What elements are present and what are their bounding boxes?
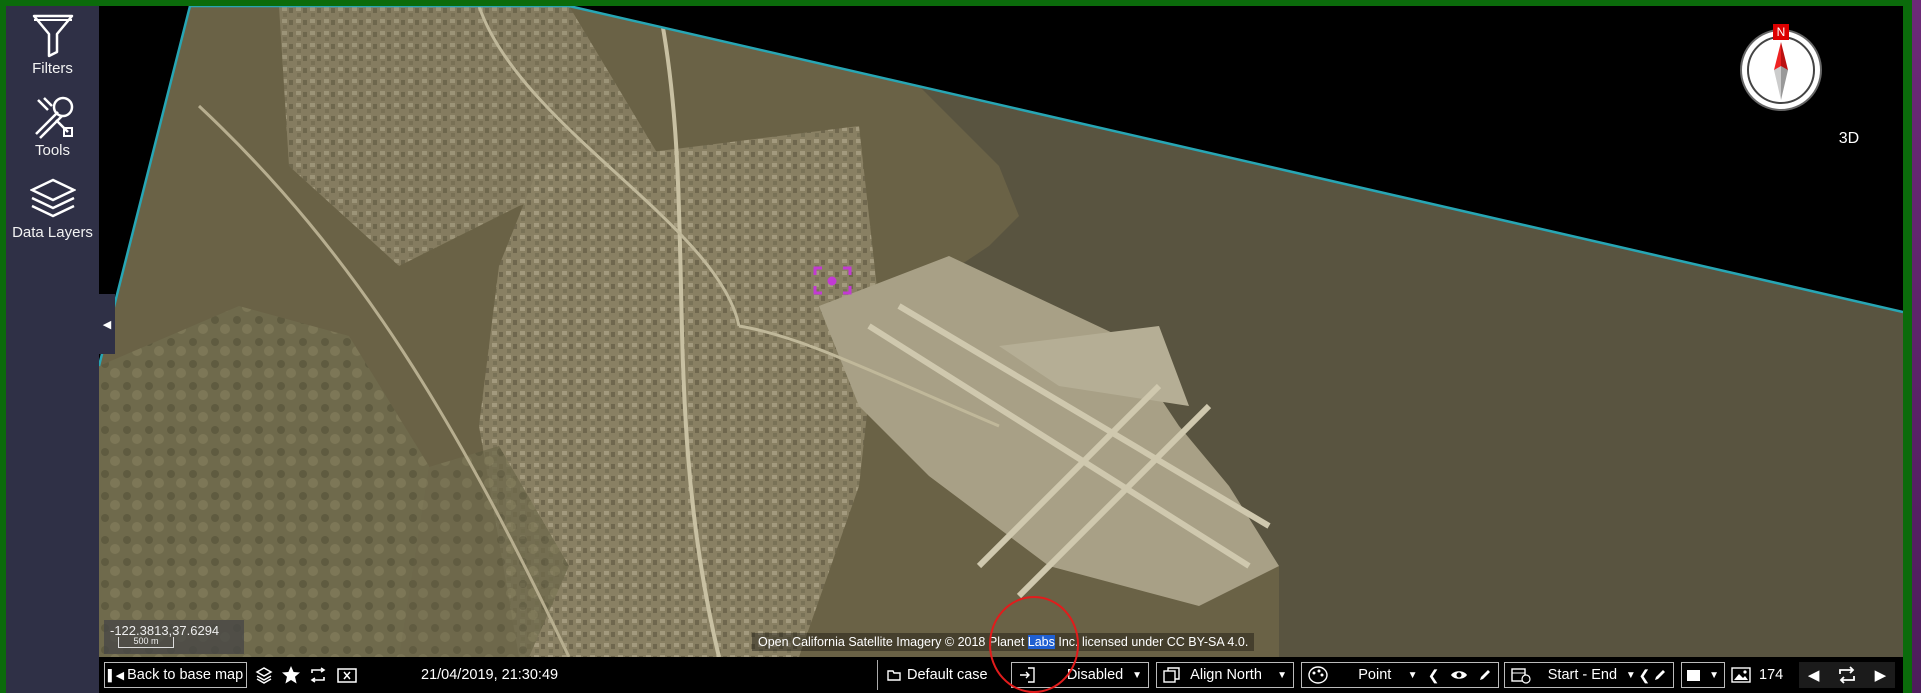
layer-stack-icon (255, 667, 273, 684)
filter-icon (32, 14, 73, 58)
3d-toggle-button[interactable]: 3D (1824, 130, 1874, 148)
caret-down-icon: ▼ (1132, 669, 1142, 681)
layer-stack-button[interactable] (253, 662, 275, 688)
chevron-left-icon: ◀ (102, 318, 112, 331)
tools-icon (34, 96, 73, 139)
previous-button[interactable]: ◀ (1808, 666, 1820, 684)
playback-controls: ◀ ▶ (1799, 662, 1895, 688)
compass-icon: N (1740, 24, 1822, 111)
date-range-selector[interactable]: Start - End ▼ ❮ (1504, 662, 1674, 688)
pencil-icon (1654, 670, 1665, 680)
shape-dropdown[interactable]: ▼ (1681, 662, 1725, 688)
pencil-icon (1479, 670, 1490, 680)
play-left-icon: ◀ (1807, 667, 1820, 684)
square-icon (1687, 669, 1700, 681)
repeat-icon (310, 667, 326, 683)
tools-label: Tools (34, 142, 71, 159)
star-icon (282, 666, 300, 684)
copy-icon (1163, 667, 1180, 683)
image-icon (1731, 667, 1751, 683)
close-layer-button[interactable] (335, 662, 359, 688)
chevron-left-icon: ❮ (1427, 666, 1440, 683)
point-selector[interactable]: Point ▼ ❮ (1301, 662, 1499, 688)
case-selector[interactable]: Default case (887, 662, 988, 688)
mode-dropdown[interactable]: Disabled ▼ (1011, 662, 1149, 688)
folder-icon (887, 670, 901, 681)
data-layers-button[interactable]: Data Layers (6, 176, 99, 241)
satellite-map[interactable]: N (99, 6, 1903, 657)
bottom-toolbar: ▌◀ Back to base map 21/04/2019, 21:30:49… (99, 657, 1903, 693)
caret-down-icon: ▼ (1625, 669, 1636, 681)
caret-down-icon: ▼ (1709, 669, 1719, 681)
layers-icon (29, 178, 76, 218)
left-sidebar: Filters Tools Data Layers (6, 6, 99, 693)
compass[interactable]: N (1737, 24, 1825, 117)
imagery-attribution: Open California Satellite Imagery © 2018… (752, 633, 1255, 651)
skip-back-icon: ▌◀ (107, 669, 125, 682)
calendar-clock-icon (1511, 668, 1531, 684)
login-icon (1020, 667, 1035, 683)
collapse-sidebar-button[interactable]: ◀ (99, 294, 115, 354)
toolbar-divider (877, 660, 878, 690)
back-to-base-map-button[interactable]: ▌◀ Back to base map (104, 662, 247, 688)
filters-label: Filters (32, 60, 73, 77)
timestamp: 21/04/2019, 21:30:49 (421, 667, 559, 683)
palette-icon (1308, 666, 1328, 684)
filters-button[interactable]: Filters (6, 12, 99, 77)
loop-icon (1839, 666, 1855, 684)
close-box-icon (337, 668, 357, 683)
chevron-left-icon: ❮ (1638, 666, 1651, 683)
eye-icon (1450, 671, 1467, 679)
svg-text:N: N (1777, 25, 1786, 39)
align-dropdown[interactable]: Align North ▼ (1156, 662, 1294, 688)
right-edge-strip (1903, 0, 1921, 693)
caret-down-icon: ▼ (1277, 669, 1287, 681)
image-count[interactable]: 174 (1731, 662, 1783, 688)
next-button[interactable]: ▶ (1875, 666, 1887, 684)
caret-down-icon: ▼ (1407, 669, 1418, 681)
swap-button[interactable] (307, 662, 329, 688)
attribution-highlight: Labs (1027, 635, 1055, 649)
data-layers-label: Data Layers (12, 224, 93, 241)
play-right-icon: ▶ (1874, 667, 1887, 684)
favorite-button[interactable] (279, 662, 303, 688)
tools-button[interactable]: Tools (6, 94, 99, 159)
scale-bar: 500 m (118, 637, 174, 648)
satellite-imagery (99, 6, 1903, 657)
loop-button[interactable] (1837, 666, 1857, 684)
